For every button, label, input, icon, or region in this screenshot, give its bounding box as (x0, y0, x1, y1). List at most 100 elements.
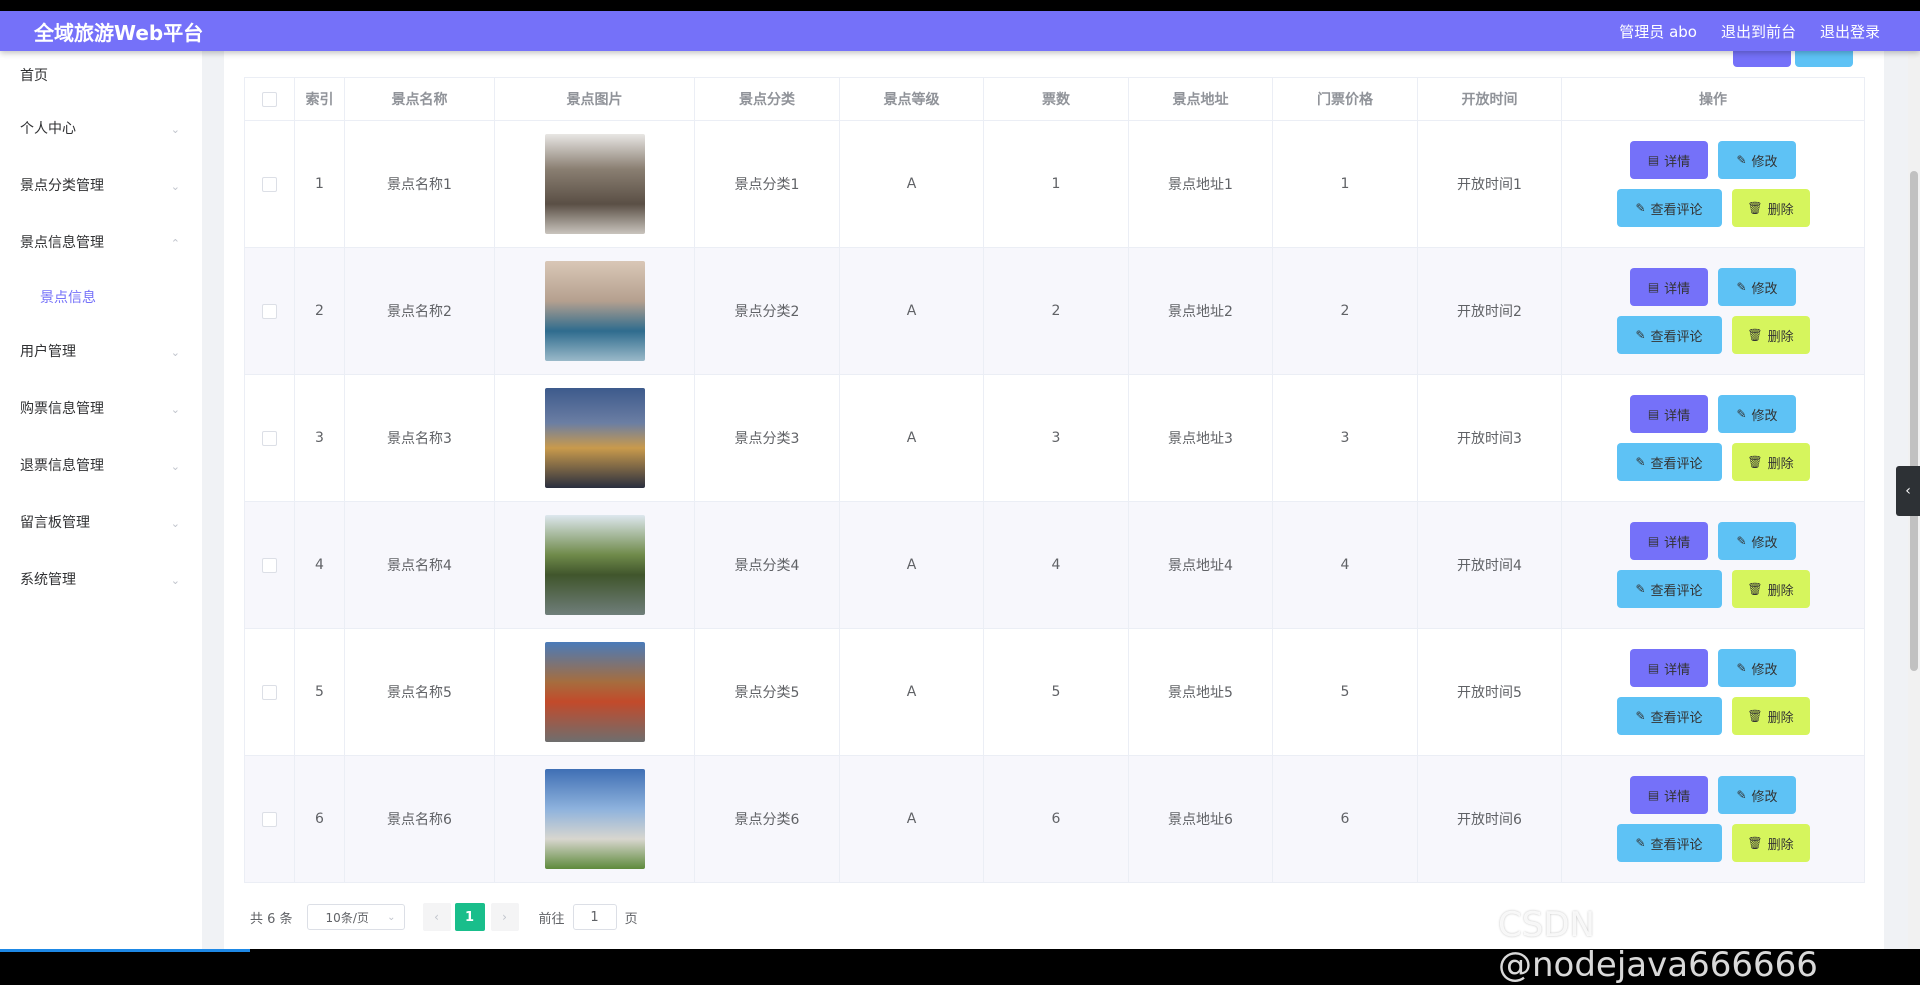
detail-button[interactable]: ▤ 详情 (1630, 141, 1708, 179)
delete-button-label: 删除 (1767, 202, 1794, 218)
column-header-price[interactable]: 门票价格 (1272, 77, 1418, 121)
view-reviews-button[interactable]: ✎ 查看评论 (1616, 697, 1722, 735)
view-reviews-button[interactable]: ✎ 查看评论 (1616, 316, 1722, 354)
row-checkbox[interactable] (262, 811, 277, 827)
pencil-icon: ✎ (1736, 534, 1747, 548)
edit-button[interactable]: ✎ 修改 (1718, 776, 1796, 814)
table-header-row: 索引 景点名称 景点图片 景点分类 景点等级 票数 景点地址 门票价格 开放时间… (244, 77, 1865, 121)
delete-button[interactable]: 🗑 删除 (1731, 443, 1810, 481)
row-checkbox[interactable] (262, 557, 277, 573)
row-checkbox[interactable] (262, 176, 277, 192)
page-scrollbar-thumb[interactable] (1910, 171, 1918, 671)
row-actions: ▤ 详情 ✎ 修改 ✎ 查看评论 🗑 删除 (1562, 649, 1864, 735)
sidebar-item-category-management[interactable]: 景点分类管理 ⌄ (0, 158, 202, 215)
cell-actions: ▤ 详情 ✎ 修改 ✎ 查看评论 🗑 删除 (1561, 628, 1865, 756)
prev-page-button[interactable]: ‹ (422, 903, 451, 931)
cell-index: 4 (294, 501, 345, 629)
view-reviews-button[interactable]: ✎ 查看评论 (1616, 570, 1722, 608)
column-header-open-time[interactable]: 开放时间 (1417, 77, 1562, 121)
document-icon: ▤ (1647, 788, 1660, 802)
sidebar-item-label: 购票信息管理 (20, 401, 104, 417)
delete-button[interactable]: 🗑 删除 (1731, 189, 1810, 227)
next-page-button[interactable]: › (490, 903, 519, 931)
spot-thumbnail[interactable] (544, 134, 645, 234)
chevron-down-icon: ⌄ (170, 517, 180, 530)
select-all-checkbox[interactable] (262, 91, 277, 107)
detail-button[interactable]: ▤ 详情 (1630, 649, 1708, 687)
spot-thumbnail[interactable] (544, 769, 645, 869)
detail-button[interactable]: ▤ 详情 (1630, 268, 1708, 306)
column-header-level[interactable]: 景点等级 (839, 77, 984, 121)
row-checkbox[interactable] (262, 430, 277, 446)
column-header-name[interactable]: 景点名称 (344, 77, 495, 121)
column-header-actions: 操作 (1561, 77, 1865, 121)
collapse-panel-handle[interactable]: ‹ (1896, 466, 1920, 516)
delete-button[interactable]: 🗑 删除 (1731, 570, 1810, 608)
sidebar-item-system-management[interactable]: 系统管理 ⌄ (0, 552, 202, 609)
detail-button[interactable]: ▤ 详情 (1630, 522, 1708, 560)
pencil-icon: ✎ (1736, 788, 1747, 802)
row-actions-top: ▤ 详情 ✎ 修改 (1630, 395, 1796, 433)
detail-button-label: 详情 (1664, 535, 1691, 551)
sidebar-item-ticket-purchase-management[interactable]: 购票信息管理 ⌄ (0, 381, 202, 438)
row-select-cell (244, 628, 295, 756)
detail-button[interactable]: ▤ 详情 (1630, 395, 1708, 433)
trash-icon: 🗑 (1747, 455, 1763, 469)
column-header-category[interactable]: 景点分类 (694, 77, 840, 121)
row-checkbox[interactable] (262, 303, 277, 319)
logout-link[interactable]: 退出登录 (1820, 21, 1880, 42)
sidebar-item-message-board-management[interactable]: 留言板管理 ⌄ (0, 495, 202, 552)
row-actions: ▤ 详情 ✎ 修改 ✎ 查看评论 🗑 删除 (1562, 395, 1864, 481)
view-reviews-button[interactable]: ✎ 查看评论 (1616, 443, 1722, 481)
cell-open-time: 开放时间6 (1417, 755, 1562, 883)
sidebar-item-personal-center[interactable]: 个人中心 ⌄ (0, 101, 202, 158)
edit-button-label: 修改 (1751, 154, 1778, 170)
page-number-active[interactable]: 1 (454, 903, 485, 931)
toolbar-button-partial[interactable] (1733, 51, 1791, 67)
sidebar-subitem-spot-info[interactable]: 景点信息 (0, 272, 202, 324)
cell-price: 6 (1272, 755, 1418, 883)
sidebar-item-home[interactable]: 首页 (0, 51, 202, 101)
admin-user-label[interactable]: 管理员 abo (1619, 21, 1697, 42)
column-header-address[interactable]: 景点地址 (1128, 77, 1273, 121)
exit-to-front-link[interactable]: 退出到前台 (1721, 21, 1796, 42)
column-header-image[interactable]: 景点图片 (494, 77, 695, 121)
edit-button[interactable]: ✎ 修改 (1718, 395, 1796, 433)
page-size-select[interactable]: 10条/页 ⌄ (306, 904, 405, 930)
row-select-cell (244, 755, 295, 883)
spot-thumbnail[interactable] (544, 642, 645, 742)
spot-thumbnail[interactable] (544, 261, 645, 361)
detail-button-label: 详情 (1664, 789, 1691, 805)
view-reviews-button[interactable]: ✎ 查看评论 (1616, 824, 1722, 862)
column-header-index[interactable]: 索引 (294, 77, 345, 121)
toolbar-button-partial[interactable] (1795, 51, 1853, 67)
edit-button[interactable]: ✎ 修改 (1718, 522, 1796, 560)
cell-tickets: 4 (983, 501, 1129, 629)
trash-icon: 🗑 (1747, 328, 1763, 342)
view-reviews-button[interactable]: ✎ 查看评论 (1616, 189, 1722, 227)
cell-name: 景点名称2 (344, 247, 495, 375)
cell-tickets: 6 (983, 755, 1129, 883)
cell-index: 5 (294, 628, 345, 756)
delete-button[interactable]: 🗑 删除 (1731, 697, 1810, 735)
goto-page-input[interactable]: 1 (572, 904, 617, 930)
sidebar-item-ticket-refund-management[interactable]: 退票信息管理 ⌄ (0, 438, 202, 495)
edit-button-label: 修改 (1751, 281, 1778, 297)
delete-button[interactable]: 🗑 删除 (1731, 316, 1810, 354)
detail-button[interactable]: ▤ 详情 (1630, 776, 1708, 814)
edit-button[interactable]: ✎ 修改 (1718, 141, 1796, 179)
cell-image (494, 247, 695, 375)
spot-thumbnail[interactable] (544, 515, 645, 615)
sidebar-item-spot-info-management[interactable]: 景点信息管理 ⌃ (0, 215, 202, 272)
row-actions-top: ▤ 详情 ✎ 修改 (1630, 776, 1796, 814)
app-window: 全域旅游Web平台 管理员 abo 退出到前台 退出登录 首页 个人中心 ⌄ 景… (0, 11, 1920, 949)
edit-button[interactable]: ✎ 修改 (1718, 649, 1796, 687)
delete-button[interactable]: 🗑 删除 (1731, 824, 1810, 862)
sidebar-item-user-management[interactable]: 用户管理 ⌄ (0, 324, 202, 381)
row-checkbox[interactable] (262, 684, 277, 700)
cell-index: 3 (294, 374, 345, 502)
row-actions-bottom: ✎ 查看评论 🗑 删除 (1616, 697, 1810, 735)
column-header-tickets[interactable]: 票数 (983, 77, 1129, 121)
spot-thumbnail[interactable] (544, 388, 645, 488)
edit-button[interactable]: ✎ 修改 (1718, 268, 1796, 306)
